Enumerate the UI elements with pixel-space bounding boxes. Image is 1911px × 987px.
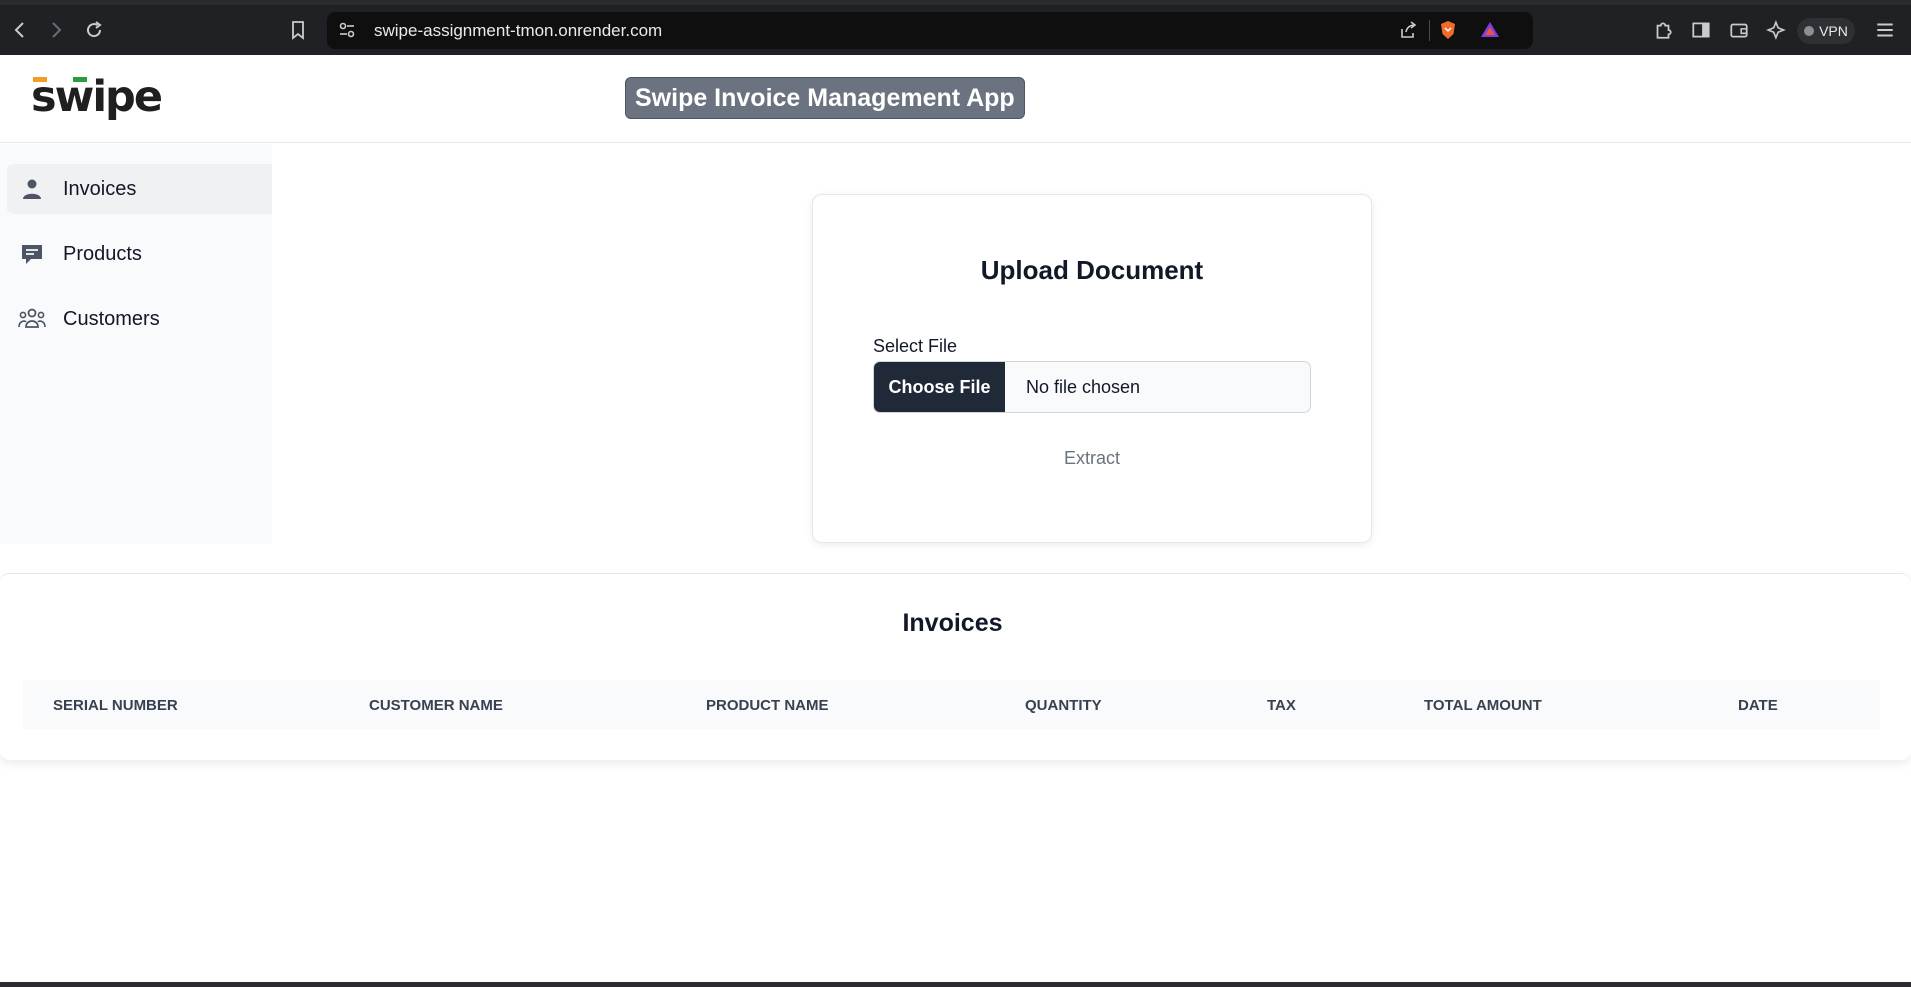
vpn-label: VPN xyxy=(1819,23,1848,39)
invoices-title: Invoices xyxy=(902,609,1003,637)
back-icon[interactable] xyxy=(9,19,31,41)
leo-ai-icon[interactable] xyxy=(1765,19,1788,41)
sidebar-item-customers[interactable]: Customers xyxy=(7,294,272,344)
url-text[interactable]: swipe-assignment-tmon.onrender.com xyxy=(374,21,662,41)
sidebar-item-label: Products xyxy=(63,242,142,265)
bookmark-icon[interactable] xyxy=(287,19,309,41)
sidebar-item-invoices[interactable]: Invoices xyxy=(7,164,272,214)
logo-accent-orange xyxy=(33,77,47,82)
vpn-status-icon xyxy=(1804,26,1815,36)
extract-button-label: Extract xyxy=(1063,448,1120,468)
extract-button[interactable]: Extract xyxy=(813,448,1371,469)
browser-toolbar: swipe-assignment-tmon.onrender.com VPN xyxy=(0,0,1911,55)
sidebar-item-label: Customers xyxy=(63,307,160,330)
logo-accent-green xyxy=(73,77,87,82)
brave-shield-icon[interactable] xyxy=(1438,20,1458,40)
forward-icon[interactable] xyxy=(45,19,67,41)
column-header-date: DATE xyxy=(1738,697,1778,714)
column-header-serial-number: SERIAL NUMBER xyxy=(53,697,178,714)
address-bar[interactable]: swipe-assignment-tmon.onrender.com xyxy=(327,12,1533,49)
menu-icon[interactable] xyxy=(1874,19,1896,41)
select-file-label: Select File xyxy=(873,336,958,356)
wallet-icon[interactable] xyxy=(1728,19,1750,41)
invoices-table-header: SERIAL NUMBER CUSTOMER NAME PRODUCT NAME… xyxy=(23,680,1880,729)
column-header-quantity: QUANTITY xyxy=(1025,697,1102,714)
upload-card: Upload Document Select File Choose File … xyxy=(812,194,1372,543)
logo-text: swipe xyxy=(31,72,163,122)
taskbar-edge xyxy=(0,982,1911,987)
reload-icon[interactable] xyxy=(83,19,105,41)
sidebar-toggle-icon[interactable] xyxy=(1690,19,1712,41)
app-header: swipe Swipe Invoice Management App xyxy=(0,55,1911,143)
message-icon xyxy=(18,240,46,268)
choose-file-button[interactable]: Choose File xyxy=(874,362,1005,412)
extensions-icon[interactable] xyxy=(1652,19,1674,41)
person-icon xyxy=(18,175,46,203)
file-status-text: No file chosen xyxy=(1026,377,1141,397)
column-header-tax: TAX xyxy=(1267,697,1296,714)
upload-title: Upload Document xyxy=(980,255,1204,285)
brave-rewards-icon[interactable] xyxy=(1480,20,1500,40)
column-header-product-name: PRODUCT NAME xyxy=(706,697,829,714)
app-title-badge: Swipe Invoice Management App xyxy=(625,77,1025,119)
divider xyxy=(1429,20,1430,41)
swipe-logo[interactable]: swipe xyxy=(31,72,163,122)
invoices-section: Invoices SERIAL NUMBER CUSTOMER NAME PRO… xyxy=(0,573,1911,760)
column-header-customer-name: CUSTOMER NAME xyxy=(369,697,503,714)
site-settings-icon[interactable] xyxy=(337,20,357,40)
sidebar: Invoices Products Customers xyxy=(0,144,272,544)
sidebar-item-label: Invoices xyxy=(63,177,137,200)
file-input[interactable]: Choose File No file chosen xyxy=(873,361,1311,413)
column-header-total-amount: TOTAL AMOUNT xyxy=(1424,697,1542,714)
group-icon xyxy=(18,305,46,333)
vpn-button[interactable]: VPN xyxy=(1797,18,1855,44)
share-icon[interactable] xyxy=(1398,20,1418,40)
sidebar-item-products[interactable]: Products xyxy=(7,229,272,279)
